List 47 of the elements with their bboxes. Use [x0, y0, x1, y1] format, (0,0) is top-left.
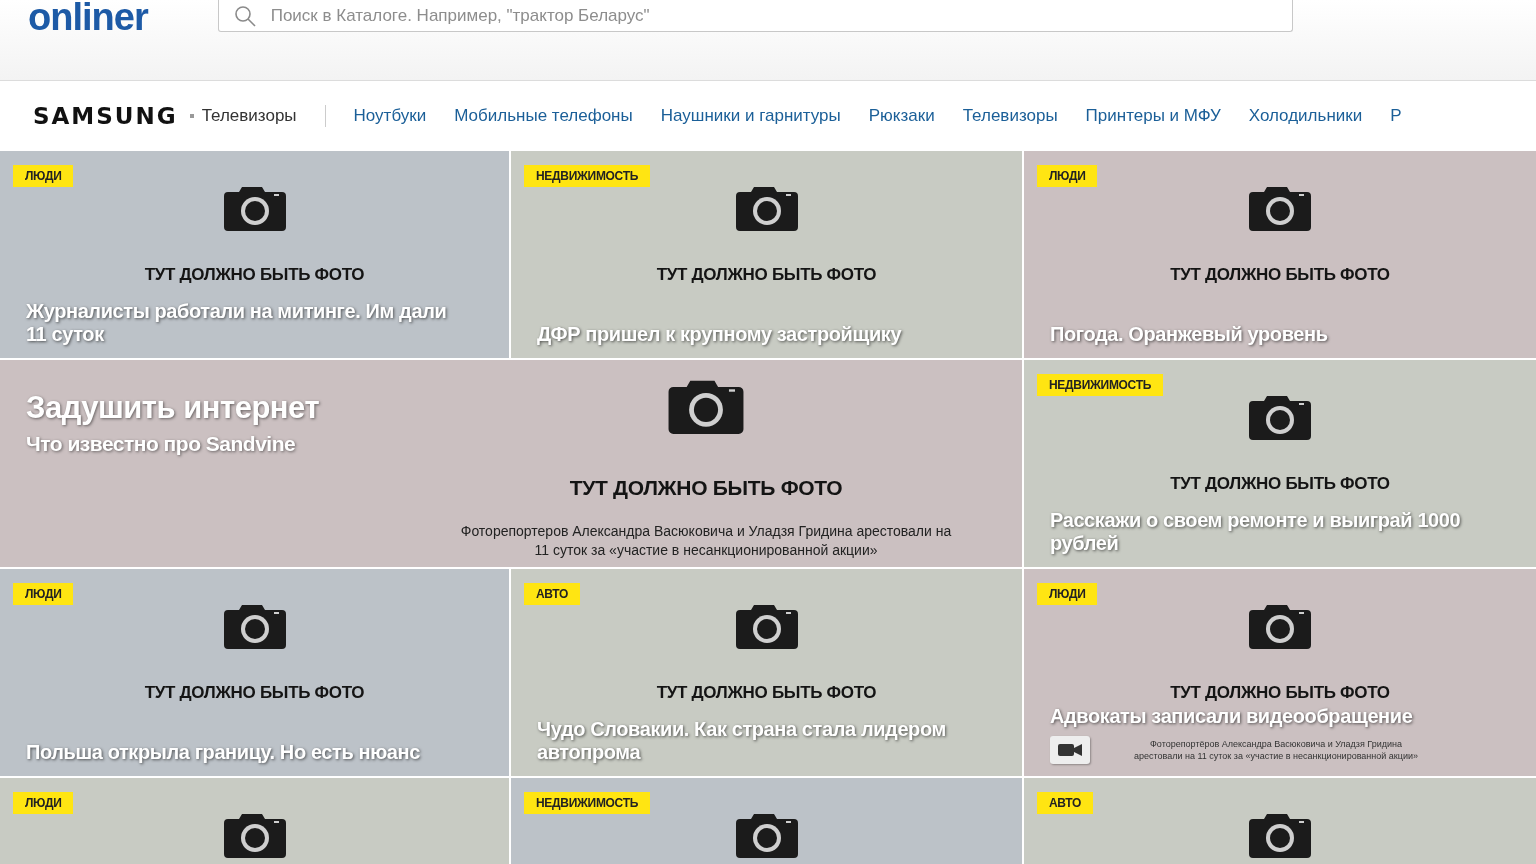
site-logo[interactable]: onliner — [28, 0, 148, 34]
current-category: Телевизоры — [201, 106, 297, 126]
brand-logo[interactable]: SAMSUNG — [33, 103, 178, 129]
news-card[interactable]: ЛЮДИ — [0, 778, 509, 864]
photo-label: ТУТ ДОЛЖНО БЫТЬ ФОТО — [569, 476, 843, 500]
category-tag[interactable]: ЛЮДИ — [13, 792, 74, 814]
category-tag[interactable]: ЛЮДИ — [13, 165, 74, 187]
feature-card[interactable]: Задушить интернет Что известно про Sandvine ТУТ ДОЛЖНО БЫТЬ ФОТО Фоторепортеров Александра Васюковича и Уладзя Гридина арестовали на 11 суток за «участие в несанкционированной акции» — [0, 360, 1022, 567]
news-card[interactable]: НЕДВИЖИМОСТЬ ТУТ ДОЛЖНО БЫТЬ ФОТО Расскажи о своем ремонте и выиграй 1000 рублей — [1024, 360, 1536, 567]
search-icon — [232, 3, 257, 28]
photo-caption: Фоторепортеров Александра Васюковича и Уладзя Гридина арестовали на 11 суток за «участие в несанкционированной акции» — [459, 522, 953, 560]
category-link[interactable]: Рюкзаки — [868, 106, 935, 126]
category-tag[interactable]: ЛЮДИ — [1037, 165, 1098, 187]
search-field[interactable]: Поиск в Каталоге. Например, "трактор Беларус" — [268, 4, 1278, 27]
news-card[interactable]: НЕДВИЖИМОСТЬ — [511, 778, 1022, 864]
news-card[interactable]: ЛЮДИ ТУТ ДОЛЖНО БЫТЬ ФОТО Погода. Оранжевый уровень — [1024, 151, 1536, 358]
category-link[interactable]: Р — [1390, 106, 1402, 126]
category-tag[interactable]: НЕДВИЖИМОСТЬ — [1037, 374, 1164, 396]
category-link[interactable]: Телевизоры — [962, 106, 1058, 126]
video-camera-icon — [1058, 743, 1082, 757]
photo-caption: Фоторепортёров Александра Васюковича и Уладзя Гридина арестовали на 11 суток за «участие в несанкционированной акции» — [1133, 738, 1419, 762]
category-tag[interactable]: НЕДВИЖИМОСТЬ — [524, 165, 651, 187]
news-card[interactable]: АВТО ТУТ ДОЛЖНО БЫТЬ ФОТО Чудо Словакии. Как страна стала лидером автопрома — [511, 569, 1022, 776]
search-box[interactable]: Поиск в Каталоге. Например, "трактор Беларус" — [217, 0, 1293, 32]
photo-label: ТУТ ДОЛЖНО БЫТЬ ФОТО — [144, 265, 365, 285]
photo-label: ТУТ ДОЛЖНО БЫТЬ ФОТО — [656, 683, 877, 703]
news-card[interactable]: ЛЮДИ ТУТ ДОЛЖНО БЫТЬ ФОТО Журналисты работали на митинге. Им дали 11 суток — [0, 151, 509, 358]
news-card[interactable]: ЛЮДИ ТУТ ДОЛЖНО БЫТЬ ФОТО Польша открыла границу. Но есть нюанс — [0, 569, 509, 776]
photo-label: ТУТ ДОЛЖНО БЫТЬ ФОТО — [1170, 265, 1390, 285]
category-link[interactable]: Принтеры и МФУ — [1085, 106, 1221, 126]
photo-label: ТУТ ДОЛЖНО БЫТЬ ФОТО — [656, 265, 877, 285]
category-tag[interactable]: НЕДВИЖИМОСТЬ — [524, 792, 651, 814]
category-link[interactable]: Холодильники — [1248, 106, 1363, 126]
photo-label: ТУТ ДОЛЖНО БЫТЬ ФОТО — [1170, 683, 1390, 703]
category-tag[interactable]: АВТО — [524, 583, 581, 605]
category-link[interactable]: Наушники и гарнитуры — [660, 106, 841, 126]
feature-subtitle: Что известно про Sandvine — [26, 432, 297, 456]
photo-label: ТУТ ДОЛЖНО БЫТЬ ФОТО — [1170, 474, 1390, 494]
category-tag[interactable]: ЛЮДИ — [1037, 583, 1098, 605]
news-card[interactable]: НЕДВИЖИМОСТЬ ТУТ ДОЛЖНО БЫТЬ ФОТО ДФР пришел к крупному застройщику — [511, 151, 1022, 358]
category-link[interactable]: Ноутбуки — [353, 106, 427, 126]
photo-label: ТУТ ДОЛЖНО БЫТЬ ФОТО — [144, 683, 365, 703]
news-card[interactable]: ЛЮДИ ТУТ ДОЛЖНО БЫТЬ ФОТО Адвокаты записали видеообращение Фоторепортёров Александра Васюковича и Уладзя Гридина арестовали на 11 суток за «участие в несанкционированной акции» — [1024, 569, 1536, 776]
category-link[interactable]: Мобильные телефоны — [454, 106, 633, 126]
category-tag[interactable]: ЛЮДИ — [13, 583, 74, 605]
news-card[interactable]: АВТО — [1024, 778, 1536, 864]
category-tag[interactable]: АВТО — [1037, 792, 1094, 814]
